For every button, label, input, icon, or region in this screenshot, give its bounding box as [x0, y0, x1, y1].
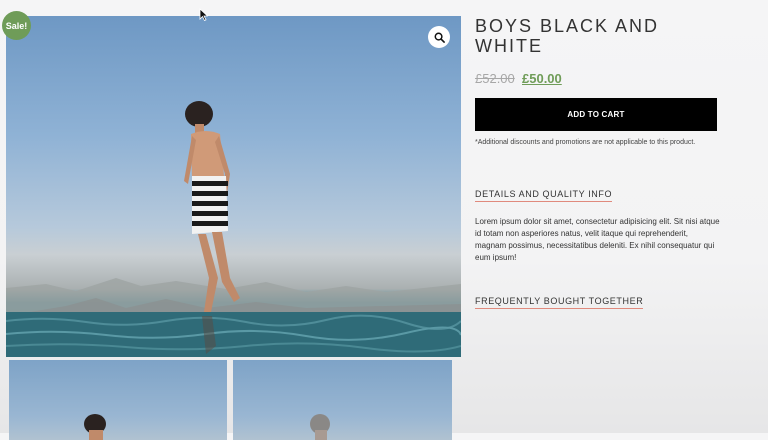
- original-price: £52.00: [475, 71, 515, 86]
- details-description: Lorem ipsum dolor sit amet, consectetur …: [475, 217, 720, 262]
- thumbnail-2-image: [310, 414, 330, 440]
- sale-badge: Sale!: [2, 11, 31, 40]
- product-thumbnail-2[interactable]: [233, 360, 452, 440]
- frequently-bought-together-heading[interactable]: FREQUENTLY BOUGHT TOGETHER: [475, 296, 644, 309]
- mouse-pointer-icon: [199, 8, 209, 26]
- magnifier-icon: [434, 32, 445, 43]
- product-main-image[interactable]: [6, 16, 461, 357]
- thumbnail-1-image: [84, 414, 106, 440]
- boy-on-pool-edge-illustration: [6, 101, 461, 357]
- product-title: BOYS BLACK AND WHITE: [475, 16, 660, 56]
- promotion-disclaimer: *Additional discounts and promotions are…: [475, 139, 696, 146]
- product-thumbnail-1[interactable]: [9, 360, 227, 440]
- sale-price: £50.00: [522, 71, 562, 86]
- zoom-button[interactable]: [428, 26, 450, 48]
- details-quality-heading[interactable]: DETAILS AND QUALITY INFO: [475, 189, 613, 202]
- add-to-cart-button[interactable]: ADD TO CART: [475, 98, 717, 131]
